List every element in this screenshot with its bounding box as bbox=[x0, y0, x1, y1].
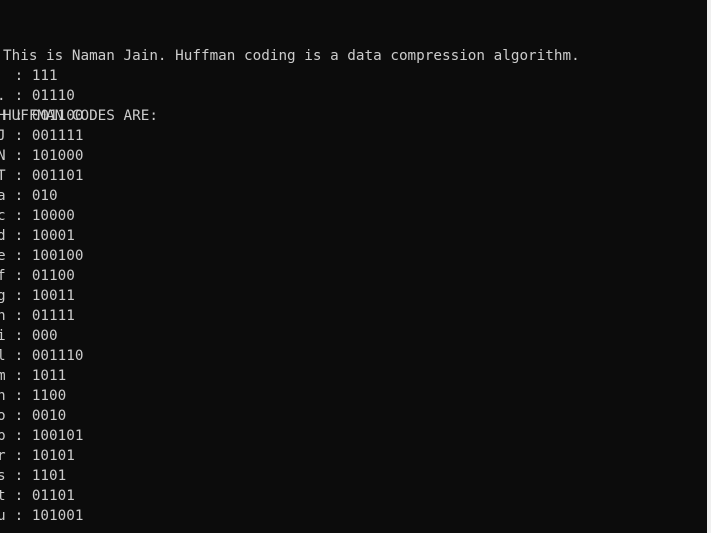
code-row: u : 101001 bbox=[0, 506, 83, 526]
code-bits: 1011 bbox=[31, 368, 67, 384]
code-bits: 0010 bbox=[31, 408, 67, 424]
code-row: r : 10101 bbox=[0, 446, 83, 466]
code-separator: : bbox=[6, 68, 32, 84]
code-row: d : 10001 bbox=[0, 226, 83, 246]
code-row: g : 10011 bbox=[0, 286, 83, 306]
code-bits: 10001 bbox=[31, 228, 75, 244]
code-row: t : 01101 bbox=[0, 486, 83, 506]
code-separator: : bbox=[6, 288, 32, 304]
code-bits: 111 bbox=[31, 68, 58, 84]
code-separator: : bbox=[6, 368, 32, 384]
code-row: N : 101000 bbox=[0, 146, 83, 166]
intro-line: This is Naman Jain. Huffman coding is a … bbox=[3, 48, 580, 64]
code-row: f : 01100 bbox=[0, 266, 83, 286]
code-separator: : bbox=[6, 328, 32, 344]
console-output: This is Naman Jain. Huffman coding is a … bbox=[3, 6, 707, 166]
code-bits: 01110 bbox=[31, 88, 75, 104]
code-separator: : bbox=[6, 108, 32, 124]
huffman-code-list: : 111. : 01110H : 001100J : 001111N : 10… bbox=[0, 66, 83, 526]
code-separator: : bbox=[6, 348, 32, 364]
code-row: e : 100100 bbox=[0, 246, 83, 266]
code-bits: 001101 bbox=[31, 168, 84, 184]
code-row: T : 001101 bbox=[0, 166, 83, 186]
code-row: o : 0010 bbox=[0, 406, 83, 426]
code-row: p : 100101 bbox=[0, 426, 83, 446]
code-bits: 001100 bbox=[31, 108, 84, 124]
code-bits: 01101 bbox=[31, 488, 75, 504]
code-row: H : 001100 bbox=[0, 106, 83, 126]
code-separator: : bbox=[6, 268, 32, 284]
code-bits: 01100 bbox=[31, 268, 75, 284]
code-separator: : bbox=[6, 388, 32, 404]
code-separator: : bbox=[6, 148, 32, 164]
code-row: c : 10000 bbox=[0, 206, 83, 226]
code-row: h : 01111 bbox=[0, 306, 83, 326]
code-bits: 001111 bbox=[31, 128, 84, 144]
code-bits: 010 bbox=[31, 188, 58, 204]
code-separator: : bbox=[6, 308, 32, 324]
code-separator: : bbox=[6, 128, 32, 144]
code-row: . : 01110 bbox=[0, 86, 83, 106]
code-separator: : bbox=[6, 88, 32, 104]
code-bits: 100100 bbox=[31, 248, 84, 264]
console-window[interactable]: This is Naman Jain. Huffman coding is a … bbox=[0, 0, 711, 533]
code-bits: 10101 bbox=[31, 448, 75, 464]
code-bits: 101001 bbox=[31, 508, 84, 524]
code-separator: : bbox=[6, 408, 32, 424]
code-row: i : 000 bbox=[0, 326, 83, 346]
code-separator: : bbox=[6, 428, 32, 444]
code-row: J : 001111 bbox=[0, 126, 83, 146]
code-row: l : 001110 bbox=[0, 346, 83, 366]
code-separator: : bbox=[6, 448, 32, 464]
code-bits: 10011 bbox=[31, 288, 75, 304]
code-separator: : bbox=[6, 168, 32, 184]
code-separator: : bbox=[6, 508, 32, 524]
header-line: HUFFMAN CODES ARE: bbox=[3, 108, 158, 124]
code-row: : 111 bbox=[0, 66, 83, 86]
code-separator: : bbox=[6, 228, 32, 244]
code-bits: 1100 bbox=[31, 388, 67, 404]
code-bits: 000 bbox=[31, 328, 58, 344]
code-separator: : bbox=[6, 208, 32, 224]
code-separator: : bbox=[6, 248, 32, 264]
window-border bbox=[707, 0, 711, 533]
code-row: a : 010 bbox=[0, 186, 83, 206]
code-bits: 1101 bbox=[31, 468, 67, 484]
code-row: n : 1100 bbox=[0, 386, 83, 406]
code-separator: : bbox=[6, 488, 32, 504]
code-separator: : bbox=[6, 468, 32, 484]
code-bits: 101000 bbox=[31, 148, 84, 164]
code-bits: 01111 bbox=[31, 308, 75, 324]
code-bits: 10000 bbox=[31, 208, 75, 224]
code-row: m : 1011 bbox=[0, 366, 83, 386]
code-bits: 100101 bbox=[31, 428, 84, 444]
code-separator: : bbox=[6, 188, 32, 204]
code-bits: 001110 bbox=[31, 348, 84, 364]
code-row: s : 1101 bbox=[0, 466, 83, 486]
